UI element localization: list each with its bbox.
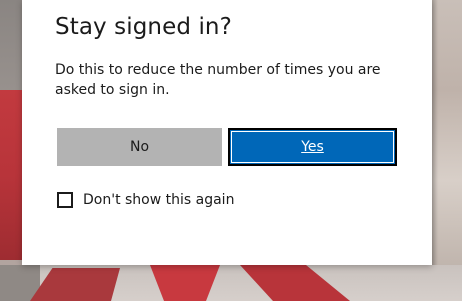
stay-signed-in-dialog: Stay signed in? Do this to reduce the nu… [22,0,432,265]
dialog-title: Stay signed in? [55,14,232,40]
dont-show-again-label: Don't show this again [83,192,235,208]
dont-show-again-checkbox[interactable] [57,192,73,208]
yes-button[interactable]: Yes [228,128,397,166]
screen: Stay signed in? Do this to reduce the nu… [0,0,462,301]
no-button[interactable]: No [57,128,222,166]
dialog-description: Do this to reduce the number of times yo… [55,62,381,98]
dialog-shadow [432,0,438,301]
dont-show-again-option[interactable]: Don't show this again [57,192,234,208]
background-red-stripe [0,90,22,260]
